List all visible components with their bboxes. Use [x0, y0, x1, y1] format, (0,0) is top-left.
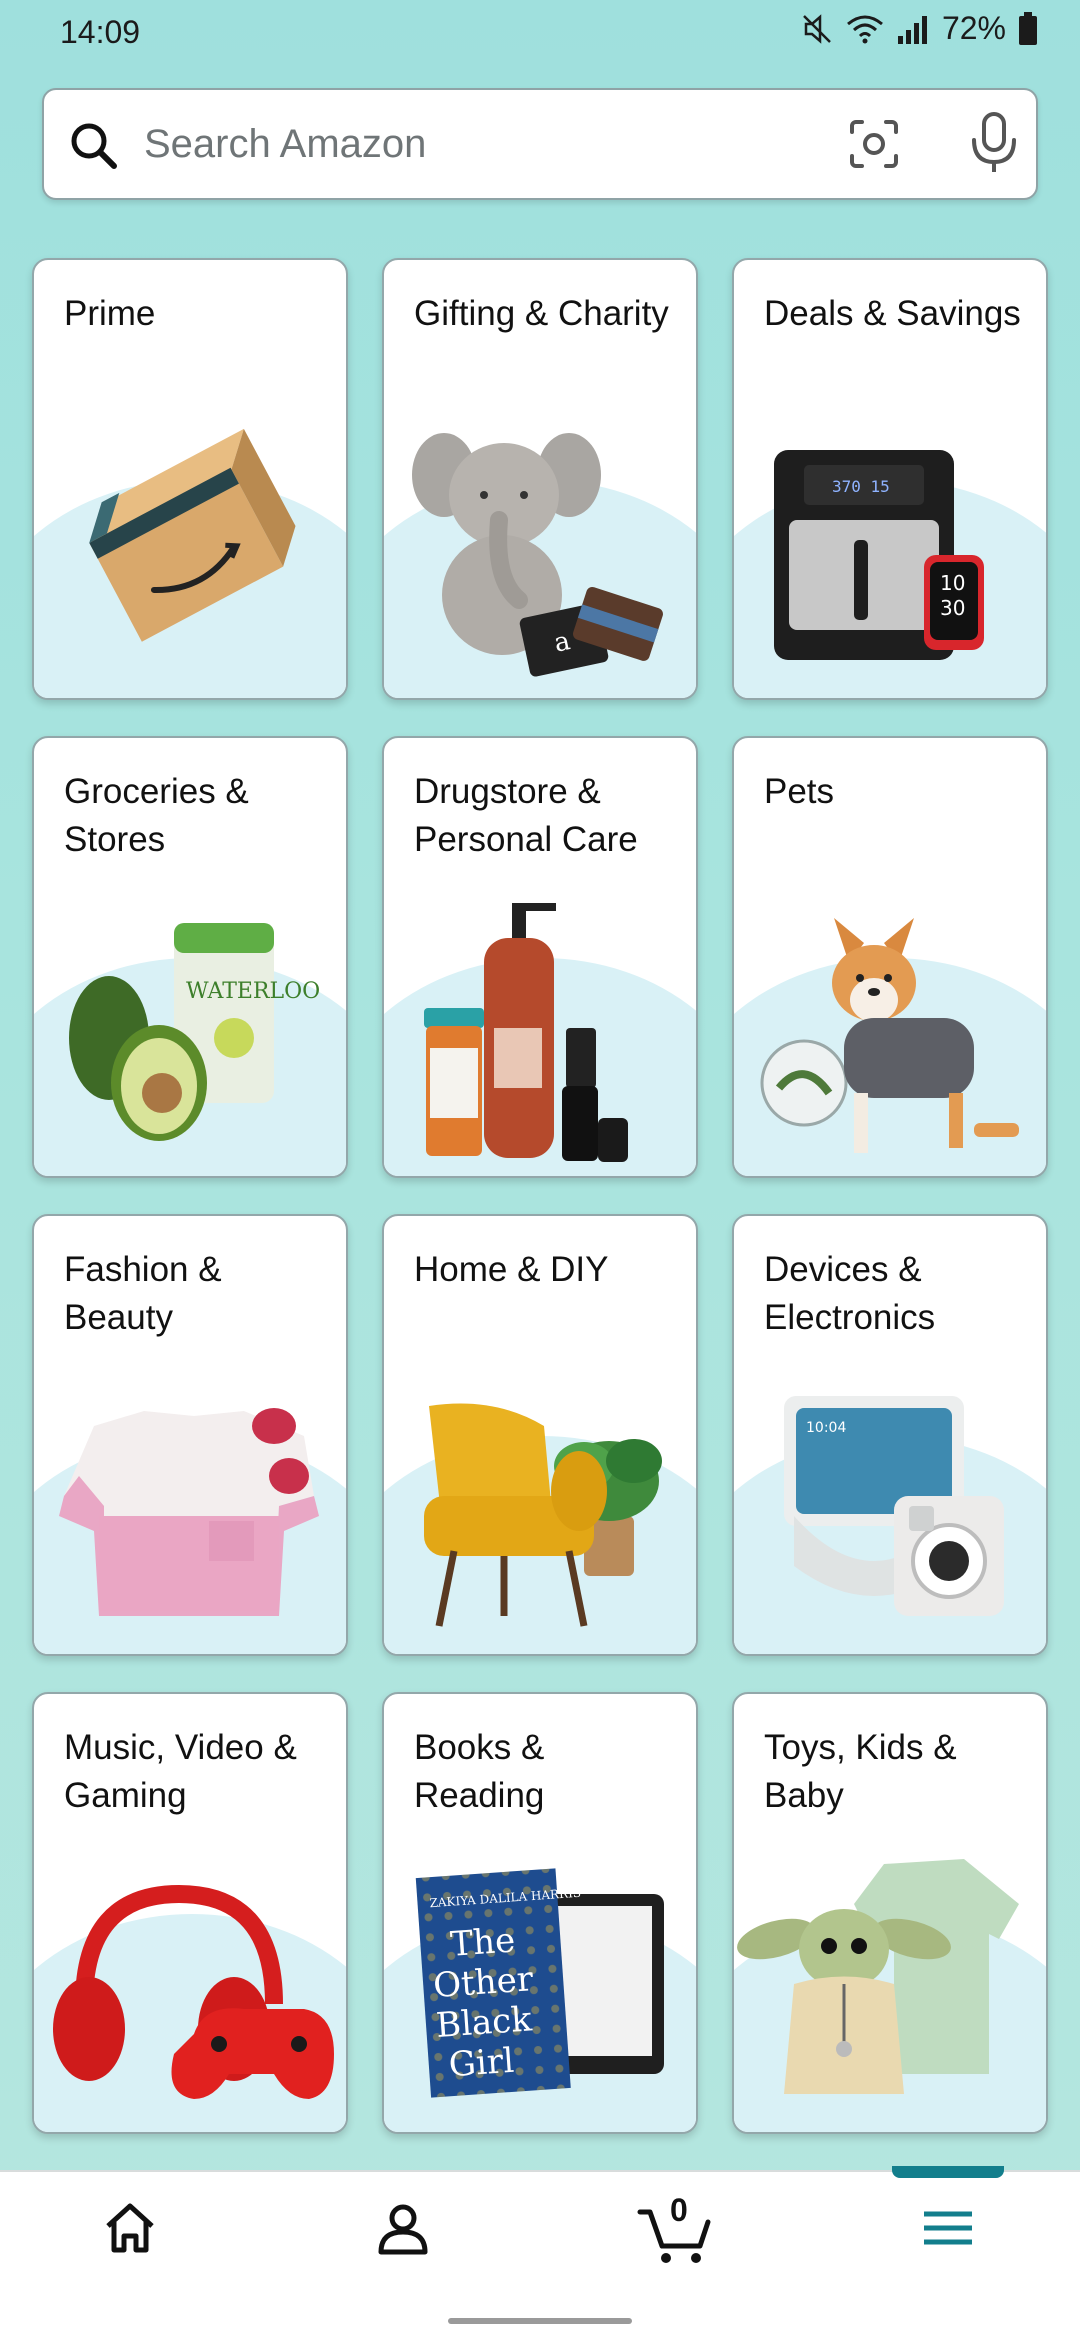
category-card-music-video-gaming[interactable]: Music, Video & Gaming [32, 1692, 348, 2134]
category-label: Home & DIY [414, 1250, 609, 1289]
category-label: Drugstore & Personal Care [414, 772, 638, 859]
category-label: Gifting & Charity [414, 294, 669, 333]
corgi-fishbowl-icon [734, 888, 1046, 1176]
category-label: Toys, Kids & Baby [764, 1728, 957, 1815]
mute-icon [800, 12, 834, 46]
category-card-fashion-beauty[interactable]: Fashion & Beauty [32, 1214, 348, 1656]
menu-icon[interactable] [908, 2198, 988, 2278]
bottom-nav: 0 [0, 2166, 1080, 2300]
category-label: Books & Reading [414, 1728, 545, 1815]
svg-text:370 15: 370 15 [832, 477, 890, 496]
category-card-toys-kids-baby[interactable]: Toys, Kids & Baby [732, 1692, 1048, 2134]
signal-icon [896, 14, 930, 44]
svg-text:Girl: Girl [448, 2041, 516, 2085]
camera-icon[interactable] [844, 114, 904, 179]
category-label: Prime [64, 294, 156, 333]
category-label: Groceries & Stores [64, 772, 249, 859]
search-bar[interactable] [42, 88, 1038, 200]
category-card-books-reading[interactable]: Books & Reading ZAKIYA DALILA HARRIS The… [382, 1692, 698, 2134]
amazon-box-icon [34, 410, 346, 698]
armchair-plant-icon [384, 1366, 696, 1654]
svg-text:30: 30 [940, 596, 965, 620]
plush-elephant-gift-cards-icon: a [384, 410, 696, 698]
category-label: Fashion & Beauty [64, 1250, 222, 1337]
status-icons: 72% [800, 10, 1038, 47]
category-card-prime[interactable]: Prime [32, 258, 348, 700]
echo-show-camera-icon: 10:04 [734, 1366, 1046, 1654]
category-label: Pets [764, 772, 835, 811]
category-card-devices-electronics[interactable]: Devices & Electronics 10:04 [732, 1214, 1048, 1656]
status-bar: 14:09 72% [0, 0, 1080, 70]
category-label: Deals & Savings [764, 294, 1021, 333]
pharmacy-bottles-icon [384, 888, 696, 1176]
category-card-groceries-stores[interactable]: Groceries & Stores WATERLOO [32, 736, 348, 1178]
category-card-deals-savings[interactable]: Deals & Savings 370 15 10 30 [732, 258, 1048, 700]
category-card-gifting-charity[interactable]: Gifting & Charity a [382, 258, 698, 700]
book-kindle-icon: ZAKIYA DALILA HARRIS The Other Black Gir… [384, 1844, 696, 2132]
cart-icon[interactable]: 0 [636, 2192, 716, 2278]
category-label: Music, Video & Gaming [64, 1728, 297, 1815]
svg-text:The: The [449, 1920, 516, 1964]
category-card-drugstore-personal-care[interactable]: Drugstore & Personal Care [382, 736, 698, 1178]
category-label: Devices & Electronics [764, 1250, 936, 1337]
svg-text:10:04: 10:04 [806, 1420, 846, 1436]
search-input[interactable] [144, 112, 844, 176]
svg-text:WATERLOO: WATERLOO [186, 979, 320, 1004]
wifi-icon [846, 14, 884, 44]
mic-icon[interactable] [964, 110, 1024, 183]
account-icon[interactable] [363, 2198, 443, 2278]
headphones-controller-icon [34, 1844, 346, 2132]
svg-text:Black: Black [435, 1999, 534, 2046]
air-fryer-smartwatch-icon: 370 15 10 30 [734, 410, 1046, 698]
nav-active-indicator [892, 2166, 1004, 2178]
battery-icon [1018, 11, 1038, 46]
search-icon[interactable] [66, 118, 122, 179]
category-card-home-diy[interactable]: Home & DIY [382, 1214, 698, 1656]
battery-percent: 72% [941, 10, 1006, 46]
system-nav-area [0, 2300, 1080, 2340]
home-icon[interactable] [90, 2198, 170, 2278]
baby-yoda-onesie-icon [734, 1844, 1046, 2132]
status-time: 14:09 [60, 14, 141, 50]
svg-text:10: 10 [940, 571, 965, 595]
avocado-can-icon: WATERLOO [34, 888, 346, 1176]
tshirt-sunglasses-icon [34, 1366, 346, 1654]
category-card-pets[interactable]: Pets [732, 736, 1048, 1178]
cart-count: 0 [670, 2192, 688, 2228]
svg-text:Other: Other [432, 1959, 535, 2006]
home-indicator[interactable] [448, 2318, 632, 2324]
